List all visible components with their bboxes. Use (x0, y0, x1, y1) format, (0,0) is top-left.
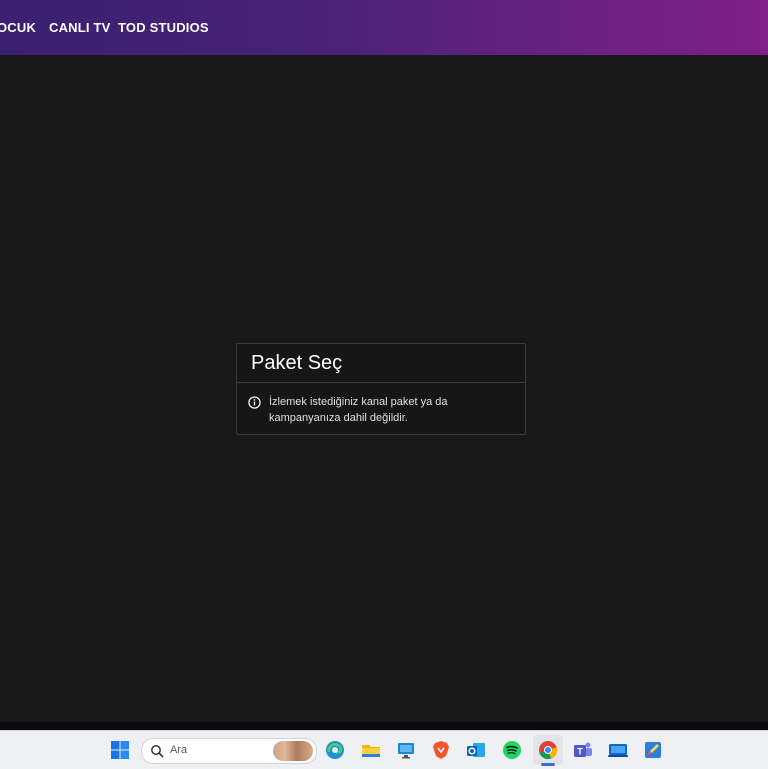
window-bottom-edge (0, 722, 768, 730)
taskbar: Ara T (0, 730, 768, 769)
nav-item-cocuk[interactable]: OCUK (0, 20, 36, 35)
file-explorer-icon[interactable] (361, 740, 381, 760)
top-navigation-bar: OCUK CANLI TV TOD STUDIOS (0, 0, 768, 55)
search-highlight-image (273, 741, 313, 761)
taskbar-search-box[interactable]: Ara (141, 738, 317, 764)
nav-item-tod-studios[interactable]: TOD STUDIOS (118, 20, 209, 35)
edge-icon[interactable] (325, 740, 345, 760)
svg-text:T: T (577, 747, 583, 757)
package-select-dialog: Paket Seç İzlemek istediğiniz kanal pake… (236, 343, 526, 435)
dialog-info-row: İzlemek istediğiniz kanal paket ya da ka… (248, 394, 479, 426)
spotify-icon[interactable] (502, 740, 522, 760)
search-icon (151, 745, 164, 758)
dialog-message: İzlemek istediğiniz kanal paket ya da ka… (269, 396, 448, 424)
dialog-title: Paket Seç (251, 352, 343, 374)
chrome-icon[interactable] (538, 740, 558, 760)
active-app-indicator (541, 763, 555, 766)
teams-icon[interactable]: T (573, 740, 593, 760)
windows-start-icon[interactable] (110, 740, 130, 760)
brave-icon[interactable] (431, 740, 451, 760)
info-icon (248, 396, 261, 409)
quick-assist-icon[interactable] (608, 740, 628, 760)
search-placeholder: Ara (170, 744, 188, 756)
outlook-icon[interactable] (466, 740, 486, 760)
nav-item-canli-tv[interactable]: CANLI TV (49, 20, 111, 35)
dialog-divider (237, 382, 525, 383)
remote-desktop-icon[interactable] (396, 740, 416, 760)
paint-icon[interactable] (643, 740, 663, 760)
